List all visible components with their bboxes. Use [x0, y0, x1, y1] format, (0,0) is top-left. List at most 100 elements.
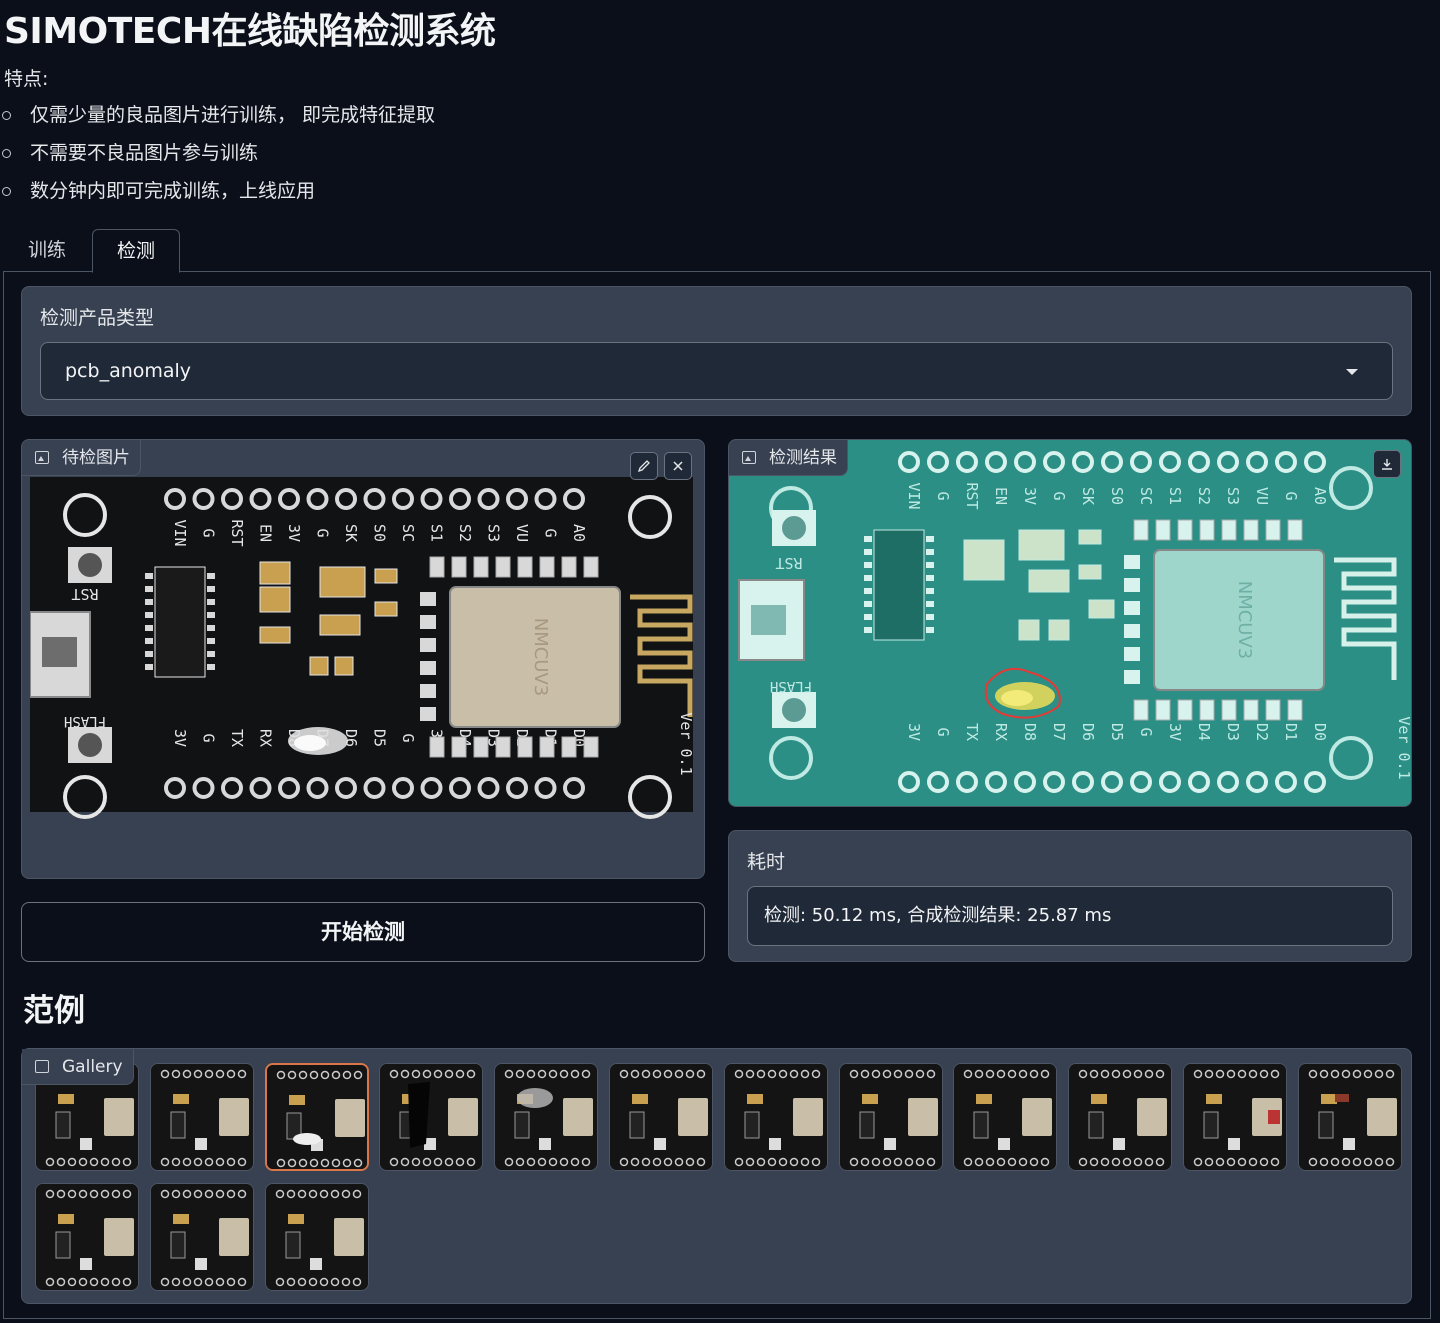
- svg-text:FLASH: FLASH: [770, 678, 812, 694]
- input-image-label: 待检图片: [22, 440, 141, 476]
- svg-text:EN: EN: [257, 524, 275, 542]
- gallery-thumbnail[interactable]: [35, 1183, 139, 1291]
- output-image-label-text: 检测结果: [769, 448, 837, 468]
- pcb-thumbnail-image: [266, 1065, 367, 1169]
- svg-text:3V: 3V: [905, 723, 923, 741]
- svg-text:G: G: [1282, 491, 1300, 500]
- svg-text:3V: 3V: [1021, 487, 1039, 505]
- svg-text:EN: EN: [992, 487, 1010, 505]
- svg-text:SK: SK: [1079, 487, 1097, 505]
- svg-text:TX: TX: [228, 729, 246, 747]
- svg-text:NMCUV3: NMCUV3: [1234, 581, 1255, 660]
- svg-text:D0: D0: [1311, 723, 1329, 741]
- tab-bar: 训练 检测: [3, 229, 1431, 273]
- image-icon: [742, 451, 756, 464]
- svg-text:NMCUV3: NMCUV3: [530, 618, 551, 697]
- gallery-label: Gallery: [22, 1049, 134, 1085]
- gallery-thumbnail[interactable]: [149, 1063, 254, 1171]
- timing-label: 耗时: [747, 851, 786, 873]
- svg-text:Ver 0.1: Ver 0.1: [677, 712, 693, 775]
- gallery-thumbnail[interactable]: [149, 1183, 254, 1291]
- svg-text:3V: 3V: [285, 524, 303, 542]
- pcb-thumbnail-image: [724, 1064, 827, 1170]
- product-type-dropdown[interactable]: pcb_anomaly: [40, 342, 1393, 400]
- svg-text:S0: S0: [1108, 487, 1126, 505]
- close-icon: [673, 461, 683, 471]
- edit-image-button[interactable]: [630, 452, 658, 480]
- pcb-thumbnail-image: [36, 1184, 138, 1290]
- start-detection-button[interactable]: 开始检测: [21, 902, 705, 962]
- svg-text:D5: D5: [371, 729, 389, 747]
- gallery-thumbnail[interactable]: [953, 1063, 1058, 1171]
- svg-text:S1: S1: [1166, 487, 1184, 505]
- svg-text:RST: RST: [963, 482, 981, 509]
- svg-text:RST: RST: [71, 585, 98, 603]
- svg-text:RX: RX: [992, 723, 1010, 741]
- feature-list: 仅需少量的良品图片进行训练， 即完成特征提取 不需要不良品图片参与训练 数分钟内…: [0, 100, 435, 214]
- feature-item: 数分钟内即可完成训练，上线应用: [0, 176, 435, 214]
- svg-text:D3: D3: [1224, 723, 1242, 741]
- pencil-icon: [637, 460, 650, 473]
- svg-text:G: G: [934, 491, 952, 500]
- app-title: SIMOTECH在线缺陷检测系统: [4, 11, 496, 52]
- pcb-thumbnail-image: [1298, 1064, 1401, 1170]
- svg-text:3V: 3V: [1166, 723, 1184, 741]
- input-pcb-image: VIN3VGGRSTTXENRX3VD8GD7SKD6S0D5SCGS13VS2…: [30, 477, 693, 842]
- svg-text:3V: 3V: [171, 729, 189, 747]
- svg-text:G: G: [314, 528, 332, 537]
- svg-text:RST: RST: [228, 519, 246, 546]
- gallery-thumbnail[interactable]: [494, 1063, 599, 1171]
- gallery-thumbnail[interactable]: [1068, 1063, 1173, 1171]
- features-label: 特点:: [4, 68, 49, 90]
- svg-text:TX: TX: [963, 723, 981, 741]
- product-type-label: 检测产品类型: [40, 307, 155, 329]
- gallery-thumbnail[interactable]: [609, 1063, 713, 1171]
- feature-item: 仅需少量的良品图片进行训练， 即完成特征提取: [0, 100, 435, 138]
- pcb-thumbnail-image: [1184, 1064, 1286, 1170]
- svg-text:S0: S0: [371, 524, 389, 542]
- gallery-label-text: Gallery: [62, 1057, 123, 1077]
- examples-title: 范例: [23, 993, 85, 1029]
- pcb-thumbnail-image: [954, 1064, 1057, 1170]
- svg-text:D4: D4: [1195, 723, 1213, 741]
- svg-text:D1: D1: [1282, 723, 1300, 741]
- pcb-thumbnail-image: [380, 1064, 483, 1170]
- svg-text:A0: A0: [1311, 487, 1329, 505]
- svg-text:G: G: [934, 727, 952, 736]
- tab-train[interactable]: 训练: [11, 229, 83, 272]
- svg-text:S2: S2: [456, 524, 474, 542]
- pcb-thumbnail-image: [610, 1064, 712, 1170]
- gallery-thumbnail[interactable]: [838, 1063, 943, 1171]
- image-icon: [35, 1060, 49, 1073]
- chevron-down-icon: [1346, 369, 1358, 375]
- svg-text:RX: RX: [257, 729, 275, 747]
- pcb-thumbnail-image: [150, 1184, 253, 1290]
- feature-item: 不需要不良品图片参与训练: [0, 138, 435, 176]
- download-button[interactable]: [1373, 450, 1401, 478]
- download-icon: [1382, 459, 1392, 470]
- gallery-thumbnail[interactable]: [723, 1063, 828, 1171]
- product-type-value: pcb_anomaly: [65, 360, 192, 382]
- gallery-thumbnail[interactable]: [264, 1063, 369, 1171]
- output-image-block: VIN 3V G G RST TX EN RX 3V D8 G D7 SK D6 S0 D5 SC G S1 3V S2…: [728, 439, 1412, 807]
- svg-text:A0: A0: [570, 524, 588, 542]
- gallery-thumbnail[interactable]: [379, 1063, 484, 1171]
- svg-text:SC: SC: [399, 524, 417, 542]
- output-image-label: 检测结果: [729, 440, 848, 476]
- examples-gallery: Gallery: [21, 1048, 1412, 1304]
- gallery-thumbnail[interactable]: [1183, 1063, 1287, 1171]
- output-pcb-image: VIN 3V G G RST TX EN RX 3V D8 G D7 SK D6 S0 D5 SC G S1 3V S2…: [729, 440, 1411, 806]
- pcb-thumbnail-image: [839, 1064, 942, 1170]
- svg-text:G: G: [542, 528, 560, 537]
- pcb-thumbnail-image: [265, 1184, 368, 1290]
- image-icon: [35, 451, 49, 464]
- clear-image-button[interactable]: [664, 452, 692, 480]
- svg-text:S3: S3: [485, 524, 503, 542]
- svg-text:G: G: [1050, 491, 1068, 500]
- gallery-thumbnail[interactable]: [264, 1183, 369, 1291]
- gallery-thumbnail[interactable]: [1297, 1063, 1402, 1171]
- tab-detect[interactable]: 检测: [92, 229, 180, 273]
- svg-text:D2: D2: [1253, 723, 1271, 741]
- svg-text:G: G: [399, 733, 417, 742]
- svg-text:FLASH: FLASH: [64, 713, 106, 729]
